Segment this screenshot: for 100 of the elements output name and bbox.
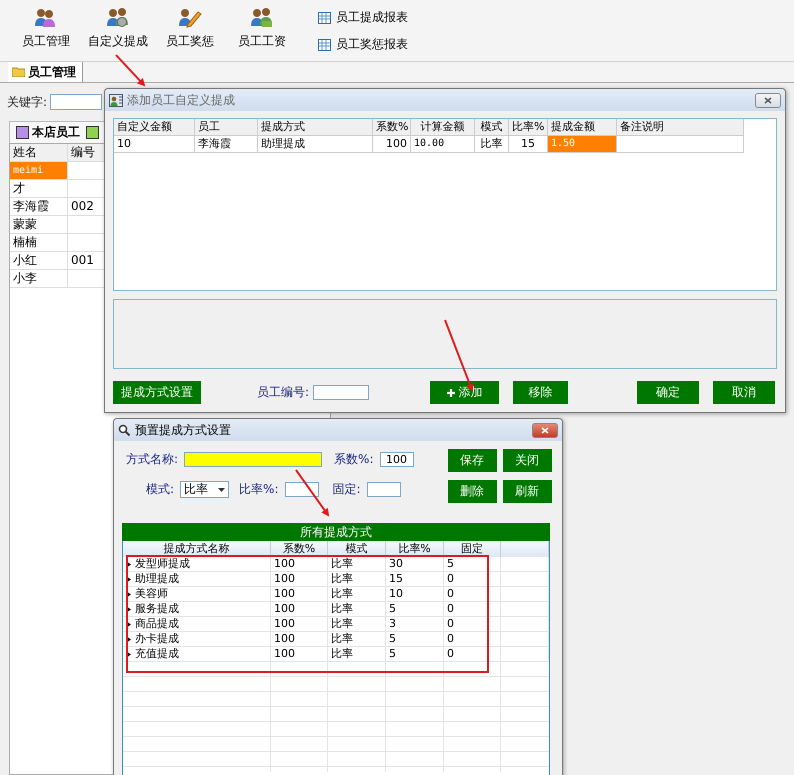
table-cell: 李海霞: [195, 136, 258, 153]
employee-no-label: 员工编号:: [257, 384, 310, 401]
name-field[interactable]: [184, 452, 322, 467]
toolbar-button[interactable]: 员工工资: [226, 4, 298, 50]
row-pointer-icon: [126, 606, 131, 612]
table-cell: 1.50: [548, 136, 617, 153]
coef-label: 系数%:: [334, 451, 374, 468]
search-icon: [118, 424, 131, 436]
table-cell: 15: [509, 136, 548, 153]
table-cell: 0: [444, 632, 501, 647]
row-pointer-icon: [126, 636, 131, 642]
dialog-button[interactable]: 保存: [448, 449, 496, 472]
column-header: 系数%: [373, 119, 411, 136]
table-cell: 商品提成: [123, 617, 271, 632]
table-cell: 5: [444, 557, 501, 572]
name-cell[interactable]: 才: [10, 180, 68, 198]
dialog-button[interactable]: 删除: [448, 480, 496, 503]
table-cell: 美容师: [123, 587, 271, 602]
empty-cell: [501, 647, 549, 662]
rate-field[interactable]: [284, 482, 318, 497]
column-header: 提成方式: [258, 119, 373, 136]
report-link[interactable]: 员工奖惩报表: [336, 36, 408, 53]
column-header: 比率%: [509, 119, 548, 136]
fixed-label: 固定:: [332, 481, 361, 498]
fixed-field[interactable]: [366, 482, 401, 497]
table-cell: 3: [386, 617, 444, 632]
empty-cell: [501, 572, 549, 587]
tab[interactable]: 员工管理: [8, 62, 83, 82]
table-cell: 助理提成: [123, 572, 271, 587]
close-button[interactable]: [755, 92, 781, 108]
table-cell: 100: [271, 572, 328, 587]
row-pointer-icon: [126, 576, 131, 582]
dialog-button[interactable]: 取消: [713, 381, 776, 404]
coef-field[interactable]: 100: [380, 452, 414, 467]
table-cell: 10: [386, 587, 444, 602]
table-cell: 100: [271, 647, 328, 662]
table-cell: 比率: [328, 557, 386, 572]
toolbar-button[interactable]: 自定义提成: [82, 4, 154, 50]
table-cell: 充值提成: [123, 647, 271, 662]
row-pointer-icon: [126, 590, 131, 598]
column-header: 姓名: [10, 144, 68, 162]
table-cell: 比率: [328, 587, 386, 602]
name-cell[interactable]: 小红: [10, 252, 68, 270]
column-header: 备注说明: [617, 119, 744, 136]
name-cell[interactable]: 楠楠: [10, 234, 68, 252]
empty-cell: [501, 617, 549, 632]
table-cell: 比率: [328, 602, 386, 617]
dialog-button[interactable]: 添加: [430, 381, 500, 404]
annotation-arrow: [115, 54, 146, 86]
table-cell: 100: [373, 136, 411, 153]
keyword-label: 关键字:: [7, 94, 48, 110]
dialog-button[interactable]: 移除: [513, 381, 568, 404]
table-cell: 比率: [328, 632, 386, 647]
column-header: 员工: [195, 119, 258, 136]
table-cell: 比率: [475, 136, 509, 153]
plus-icon: [446, 388, 455, 396]
table-cell: 15: [386, 572, 444, 587]
name-cell[interactable]: 蒙蒙: [10, 216, 68, 234]
table-cell: 0: [444, 617, 501, 632]
folder-icon: [12, 67, 25, 77]
dialog-button[interactable]: 确定: [637, 381, 700, 404]
keyword-field[interactable]: [50, 94, 102, 110]
table-cell: 助理提成: [258, 136, 373, 153]
name-cell[interactable]: 小李: [10, 270, 68, 288]
table-cell: 5: [386, 602, 444, 617]
name-label: 方式名称:: [126, 451, 178, 468]
table-cell: 5: [386, 632, 444, 647]
settings-button[interactable]: 提成方式设置: [113, 381, 201, 404]
column-header: 自定义金额: [114, 119, 195, 136]
dialog-title: 预置提成方式设置: [135, 422, 232, 438]
column-header: 模式: [475, 119, 509, 136]
table-cell: 发型师提成: [123, 557, 271, 572]
close-icon: [764, 96, 772, 104]
annotation-arrow: [295, 469, 330, 517]
employee-no-field[interactable]: [313, 385, 370, 400]
name-cell[interactable]: 李海霞: [10, 198, 68, 216]
group-tab[interactable]: 本店员工: [32, 124, 80, 141]
mode-select[interactable]: 比率: [180, 481, 230, 498]
close-button[interactable]: [532, 422, 558, 438]
table-cell: 0: [444, 572, 501, 587]
dropdown-icon: [218, 488, 226, 492]
toolbar-button[interactable]: 员工奖惩: [154, 4, 226, 50]
report-link[interactable]: 员工提成报表: [336, 9, 408, 26]
table-cell: 100: [271, 602, 328, 617]
empty-cell: [501, 632, 549, 647]
table-cell: 100: [271, 557, 328, 572]
close-icon: [541, 426, 549, 434]
dialog-title: 添加员工自定义提成: [127, 92, 236, 108]
table-cell: 服务提成: [123, 602, 271, 617]
dialog-button[interactable]: 关闭: [502, 449, 552, 472]
empty-cell: [501, 602, 549, 617]
table-cell: 5: [386, 647, 444, 662]
row-pointer-icon: [126, 560, 131, 568]
toolbar-button[interactable]: 员工管理: [10, 4, 82, 50]
empty-cell: [501, 557, 549, 572]
table-cell: 10: [114, 136, 195, 153]
header-filler: [501, 541, 549, 557]
row-pointer-icon: [126, 650, 131, 658]
empty-cell: [501, 587, 549, 602]
dialog-button[interactable]: 刷新: [502, 480, 552, 503]
